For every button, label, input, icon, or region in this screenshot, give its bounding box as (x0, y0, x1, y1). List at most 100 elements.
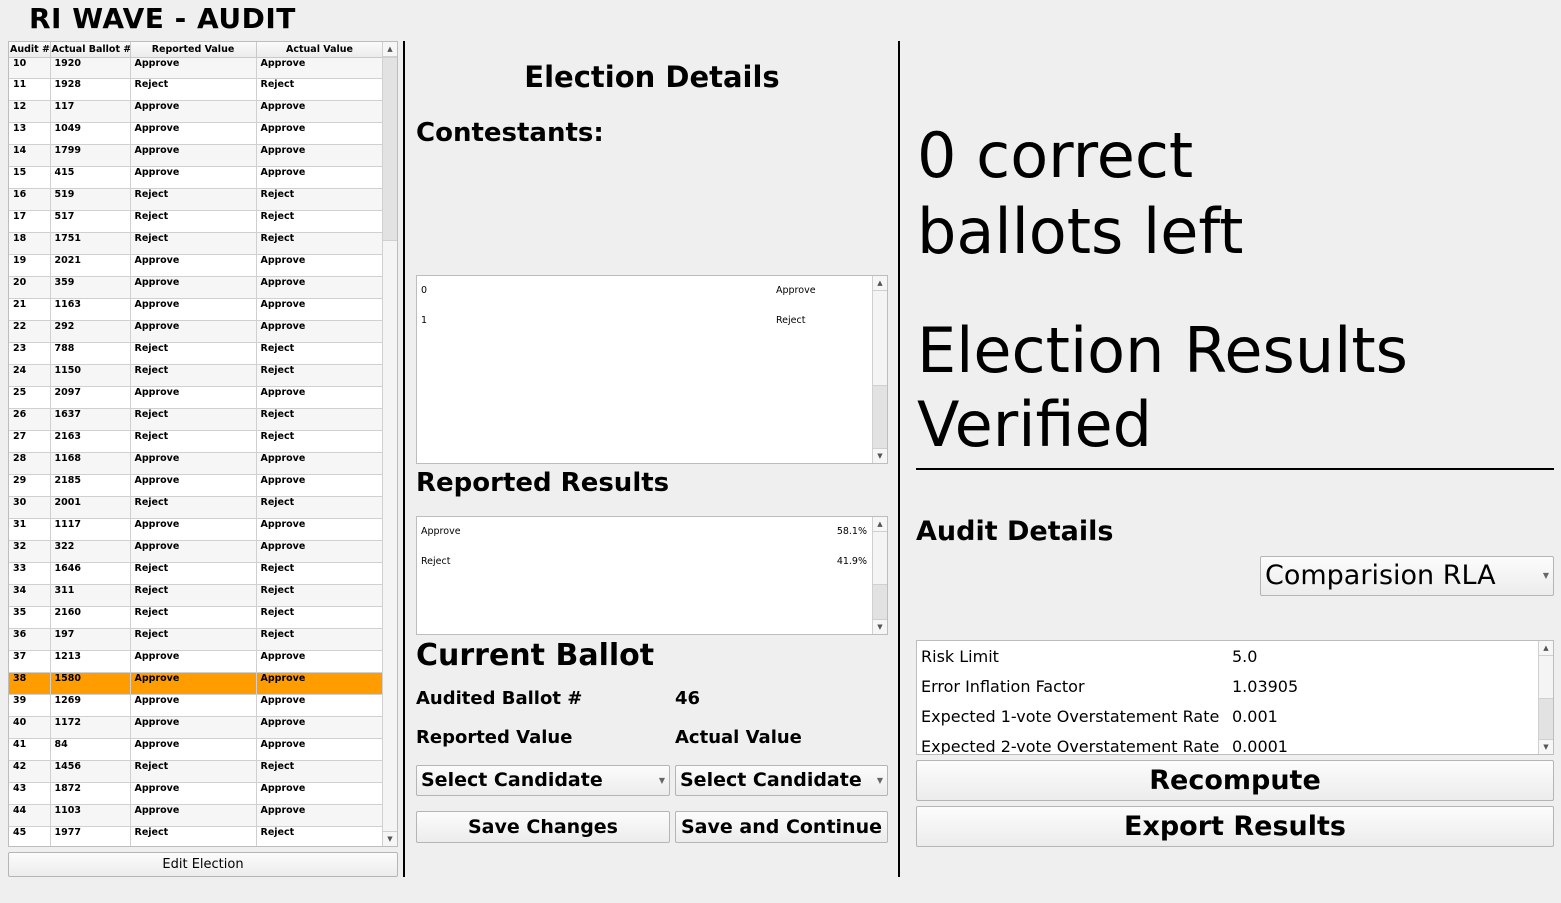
table-row[interactable]: 20 359 Approve Approve (9, 276, 383, 299)
contestants-list[interactable]: 0 Approve 1 Reject ▲ ▼ (416, 275, 888, 464)
param-value: 1.03905 (1232, 677, 1299, 696)
audit-table-scrollbar[interactable]: ▲ ▼ (382, 42, 397, 846)
table-row[interactable]: 42 1456 Reject Reject (9, 760, 383, 783)
scroll-up-arrow-icon[interactable]: ▲ (873, 276, 887, 291)
cell-reported-value: Approve (130, 298, 257, 321)
param-label: Expected 1-vote Overstatement Rate (921, 707, 1220, 726)
table-row[interactable]: 12 117 Approve Approve (9, 100, 383, 123)
table-row[interactable]: 37 1213 Approve Approve (9, 650, 383, 673)
audit-parameters-list[interactable]: Risk Limit 5.0 Error Inflation Factor 1.… (916, 640, 1554, 755)
table-row[interactable]: 32 322 Approve Approve (9, 540, 383, 563)
scroll-down-arrow-icon[interactable]: ▼ (1539, 739, 1553, 754)
current-ballot-heading: Current Ballot (416, 638, 655, 673)
cell-actual-ballot-number: 519 (50, 188, 131, 211)
audit-parameters-scrollbar[interactable]: ▲ ▼ (1538, 641, 1553, 754)
table-row[interactable]: 33 1646 Reject Reject (9, 562, 383, 585)
edit-election-button[interactable]: Edit Election (8, 852, 398, 877)
table-row[interactable]: 30 2001 Reject Reject (9, 496, 383, 519)
table-row[interactable]: 25 2097 Approve Approve (9, 386, 383, 409)
table-row[interactable]: 39 1269 Approve Approve (9, 694, 383, 717)
export-results-button[interactable]: Export Results (916, 806, 1554, 847)
cell-reported-value: Approve (130, 100, 257, 123)
column-header-actual-ballot-number[interactable]: Actual Ballot # (50, 42, 131, 58)
cell-actual-value: Approve (256, 386, 383, 409)
table-row[interactable]: 27 2163 Reject Reject (9, 430, 383, 453)
list-item[interactable]: 0 Approve (421, 285, 867, 299)
cell-actual-ballot-number: 292 (50, 320, 131, 343)
scroll-down-arrow-icon[interactable]: ▼ (873, 619, 887, 634)
scroll-down-arrow-icon[interactable]: ▼ (873, 448, 887, 463)
audit-table[interactable]: Audit # Actual Ballot # Reported Value A… (8, 41, 398, 847)
table-row[interactable]: 10 1920 Approve Approve (9, 57, 383, 79)
cell-actual-value: Approve (256, 254, 383, 277)
list-item[interactable]: Approve 58.1% (421, 526, 867, 540)
table-row[interactable]: 36 197 Reject Reject (9, 628, 383, 651)
scroll-up-arrow-icon[interactable]: ▲ (383, 42, 397, 57)
table-row[interactable]: 17 517 Reject Reject (9, 210, 383, 233)
reported-results-list[interactable]: Approve 58.1% Reject 41.9% ▲ ▼ (416, 516, 888, 635)
table-row[interactable]: 44 1103 Approve Approve (9, 804, 383, 827)
scrollbar-thumb[interactable] (383, 57, 397, 241)
list-item[interactable]: 1 Reject (421, 315, 867, 329)
table-row[interactable]: 22 292 Approve Approve (9, 320, 383, 343)
reported-value-select[interactable]: Select Candidate ▼ (416, 765, 670, 796)
table-row[interactable]: 15 415 Approve Approve (9, 166, 383, 189)
scroll-down-arrow-icon[interactable]: ▼ (383, 831, 397, 846)
list-item[interactable]: Reject 41.9% (421, 556, 867, 570)
table-row[interactable]: 23 788 Reject Reject (9, 342, 383, 365)
list-item[interactable]: Expected 2-vote Overstatement Rate 0.000… (921, 737, 1533, 754)
divider-left (403, 41, 405, 877)
table-row[interactable]: 31 1117 Approve Approve (9, 518, 383, 541)
table-row[interactable]: 14 1799 Approve Approve (9, 144, 383, 167)
scrollbar-thumb[interactable] (873, 584, 887, 620)
column-header-reported-value[interactable]: Reported Value (130, 42, 257, 58)
table-row[interactable]: 28 1168 Approve Approve (9, 452, 383, 475)
table-row[interactable]: 13 1049 Approve Approve (9, 122, 383, 145)
actual-value-select[interactable]: Select Candidate ▼ (675, 765, 888, 796)
table-row[interactable]: 35 2160 Reject Reject (9, 606, 383, 629)
cell-actual-value: Approve (256, 276, 383, 299)
table-row[interactable]: 18 1751 Reject Reject (9, 232, 383, 255)
recompute-button[interactable]: Recompute (916, 760, 1554, 801)
table-row[interactable]: 41 84 Approve Approve (9, 738, 383, 761)
audit-method-select[interactable]: Comparision RLA ▼ (1260, 556, 1554, 596)
list-item[interactable]: Error Inflation Factor 1.03905 (921, 677, 1533, 699)
table-row[interactable]: 38 1580 Approve Approve (9, 672, 383, 695)
table-row[interactable]: 45 1977 Reject Reject (9, 826, 383, 846)
table-row[interactable]: 26 1637 Reject Reject (9, 408, 383, 431)
table-row[interactable]: 19 2021 Approve Approve (9, 254, 383, 277)
scrollbar-thumb[interactable] (873, 385, 887, 449)
ballots-left-status: 0 correct (917, 119, 1194, 192)
contestants-scrollbar[interactable]: ▲ ▼ (872, 276, 887, 463)
cell-actual-ballot-number: 1163 (50, 298, 131, 321)
table-row[interactable]: 40 1172 Approve Approve (9, 716, 383, 739)
scroll-up-arrow-icon[interactable]: ▲ (1539, 641, 1553, 656)
save-and-continue-button[interactable]: Save and Continue (675, 811, 888, 843)
cell-actual-value: Reject (256, 628, 383, 651)
list-item[interactable]: Risk Limit 5.0 (921, 647, 1533, 669)
cell-actual-ballot-number: 1637 (50, 408, 131, 431)
table-row[interactable]: 29 2185 Approve Approve (9, 474, 383, 497)
scroll-up-arrow-icon[interactable]: ▲ (873, 517, 887, 532)
table-row[interactable]: 24 1150 Reject Reject (9, 364, 383, 387)
cell-reported-value: Reject (130, 342, 257, 365)
column-header-actual-value[interactable]: Actual Value (256, 42, 383, 58)
table-row[interactable]: 16 519 Reject Reject (9, 188, 383, 211)
cell-reported-value: Approve (130, 254, 257, 277)
table-row[interactable]: 21 1163 Approve Approve (9, 298, 383, 321)
cell-audit-number: 36 (9, 628, 51, 651)
cell-audit-number: 43 (9, 782, 51, 805)
table-row[interactable]: 11 1928 Reject Reject (9, 78, 383, 101)
reported-results-scrollbar[interactable]: ▲ ▼ (872, 517, 887, 634)
list-item[interactable]: Expected 1-vote Overstatement Rate 0.001 (921, 707, 1533, 729)
cell-actual-ballot-number: 1646 (50, 562, 131, 585)
cell-actual-value: Approve (256, 320, 383, 343)
scrollbar-thumb[interactable] (1539, 698, 1553, 740)
cell-audit-number: 38 (9, 672, 51, 695)
cell-actual-value: Reject (256, 232, 383, 255)
table-row[interactable]: 34 311 Reject Reject (9, 584, 383, 607)
cell-actual-value: Reject (256, 342, 383, 365)
table-row[interactable]: 43 1872 Approve Approve (9, 782, 383, 805)
column-header-audit-number[interactable]: Audit # (9, 42, 51, 58)
save-changes-button[interactable]: Save Changes (416, 811, 670, 843)
